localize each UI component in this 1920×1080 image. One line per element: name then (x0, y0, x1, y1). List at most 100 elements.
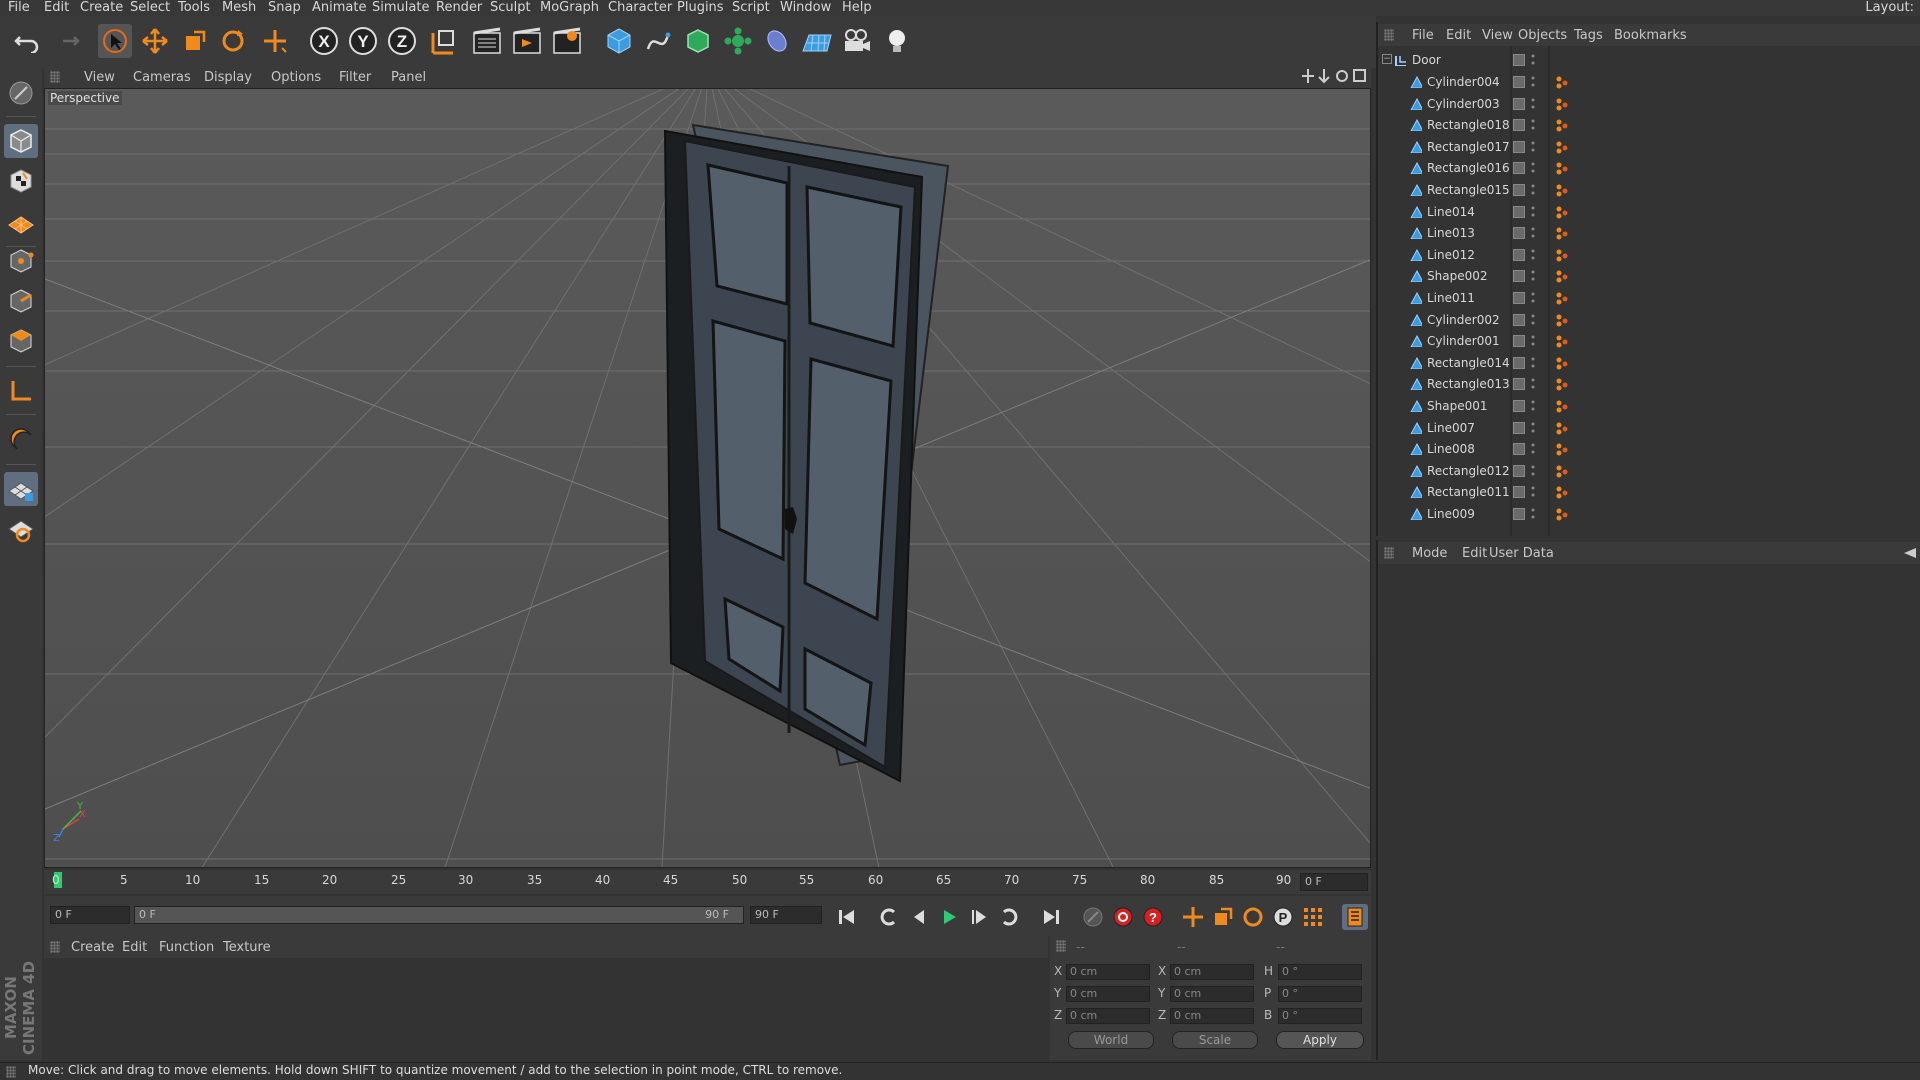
back-arrow-icon[interactable] (1902, 547, 1916, 559)
object-name[interactable]: Line013 (1427, 226, 1475, 240)
visibility-toggle-icon[interactable] (1513, 335, 1525, 348)
editor-render-dots-icon[interactable] (1531, 52, 1535, 68)
material-tag-icon[interactable] (1555, 75, 1569, 89)
object-name[interactable]: Line007 (1427, 421, 1475, 435)
model-mode-icon[interactable] (4, 124, 38, 158)
editor-render-dots-icon[interactable] (1531, 398, 1535, 414)
viewport-menu-panel[interactable]: Panel (391, 70, 426, 85)
object-name[interactable]: Rectangle018 (1427, 118, 1510, 132)
viewport-menu-filter[interactable]: Filter (339, 70, 371, 85)
menu-file[interactable]: File (8, 0, 30, 15)
visibility-toggle-icon[interactable] (1513, 184, 1525, 196)
start-frame-field[interactable]: 0 F (50, 906, 130, 924)
viewport-menu-options[interactable]: Options (271, 70, 321, 85)
material-tag-icon[interactable] (1555, 356, 1569, 370)
size-y-field[interactable]: 0 cm (1170, 986, 1254, 1002)
object-row[interactable]: Shape001 (1380, 396, 1920, 417)
object-name[interactable]: Line011 (1427, 291, 1475, 305)
visibility-toggle-icon[interactable] (1513, 421, 1525, 434)
object-name[interactable]: Line009 (1427, 507, 1475, 521)
tweak-mode-icon[interactable] (4, 512, 38, 546)
key-position-icon[interactable] (1180, 904, 1206, 930)
editor-render-dots-icon[interactable] (1531, 182, 1535, 198)
material-menu-create[interactable]: Create (71, 940, 114, 955)
object-row[interactable]: Line009 (1380, 504, 1920, 525)
menu-select[interactable]: Select (130, 0, 170, 15)
object-row[interactable]: Rectangle018 (1380, 115, 1920, 136)
material-tag-icon[interactable] (1555, 291, 1569, 305)
object-name[interactable]: Line008 (1427, 442, 1475, 456)
current-frame-field[interactable]: 0 F (1300, 873, 1368, 891)
key-rotation-icon[interactable] (1240, 904, 1266, 930)
object-name[interactable]: Rectangle013 (1427, 377, 1510, 391)
world-dropdown[interactable]: World (1068, 1031, 1154, 1049)
object-menu-view[interactable]: View (1482, 28, 1513, 43)
key-scale-icon[interactable] (1210, 904, 1236, 930)
visibility-toggle-icon[interactable] (1513, 443, 1525, 456)
object-row[interactable]: Rectangle013 (1380, 374, 1920, 395)
object-name[interactable]: Cylinder003 (1427, 97, 1500, 111)
material-menu-function[interactable]: Function (159, 940, 214, 955)
x-axis-icon[interactable]: X (307, 24, 341, 58)
editor-render-dots-icon[interactable] (1531, 117, 1535, 133)
previous-key-icon[interactable] (876, 904, 902, 930)
editor-render-dots-icon[interactable] (1531, 312, 1535, 328)
go-to-start-icon[interactable] (834, 904, 860, 930)
timeline-ruler[interactable]: 0 5 10 15 20 25 30 35 40 45 50 55 60 65 … (44, 870, 1371, 894)
material-tag-icon[interactable] (1555, 183, 1569, 197)
rotation-p-field[interactable]: 0 ° (1278, 986, 1362, 1002)
visibility-toggle-icon[interactable] (1513, 292, 1525, 304)
object-name[interactable]: Shape002 (1427, 269, 1487, 283)
viewport-menu-cameras[interactable]: Cameras (133, 70, 191, 85)
object-row[interactable]: Rectangle016 (1380, 158, 1920, 179)
timeline-window-icon[interactable] (1342, 904, 1368, 930)
layout-label[interactable]: Layout: (1865, 0, 1914, 15)
visibility-toggle-icon[interactable] (1513, 140, 1525, 153)
viewport-camera-label[interactable]: Perspective (48, 91, 122, 105)
position-y-field[interactable]: 0 cm (1066, 986, 1150, 1002)
editor-render-dots-icon[interactable] (1531, 204, 1535, 220)
object-row[interactable]: Cylinder002 (1380, 310, 1920, 331)
render-view-icon[interactable] (470, 24, 504, 58)
visibility-toggle-icon[interactable] (1513, 508, 1525, 520)
next-frame-icon[interactable] (966, 904, 992, 930)
menu-simulate[interactable]: Simulate (372, 0, 429, 15)
visibility-toggle-icon[interactable] (1513, 227, 1525, 240)
object-name[interactable]: Rectangle016 (1427, 161, 1510, 175)
object-name[interactable]: Cylinder004 (1427, 75, 1500, 89)
editor-render-dots-icon[interactable] (1531, 160, 1535, 176)
material-tag-icon[interactable] (1555, 161, 1569, 175)
material-tag-icon[interactable] (1555, 421, 1569, 435)
menu-sculpt[interactable]: Sculpt (490, 0, 531, 15)
object-name[interactable]: Rectangle015 (1427, 183, 1510, 197)
collapse-icon[interactable]: − (1382, 54, 1392, 64)
material-tag-icon[interactable] (1555, 507, 1569, 521)
viewport-menu-view[interactable]: View (84, 70, 115, 85)
visibility-toggle-icon[interactable] (1513, 205, 1525, 218)
object-name[interactable]: Rectangle017 (1427, 140, 1510, 154)
object-row[interactable]: Cylinder003 (1380, 94, 1920, 115)
object-row[interactable]: Shape002 (1380, 266, 1920, 287)
visibility-toggle-icon[interactable] (1513, 378, 1525, 391)
enable-axis-icon[interactable] (4, 472, 38, 506)
scale-icon[interactable] (178, 24, 212, 58)
menu-render[interactable]: Render (436, 0, 482, 15)
object-row[interactable]: Rectangle017 (1380, 137, 1920, 158)
floor-icon[interactable] (800, 24, 834, 58)
viewport-nav-icons[interactable] (1302, 68, 1368, 88)
camera-icon[interactable] (840, 24, 874, 58)
material-tag-icon[interactable] (1555, 377, 1569, 391)
attribute-menu-mode[interactable]: Mode (1412, 546, 1447, 561)
visibility-toggle-icon[interactable] (1513, 356, 1525, 369)
editor-render-dots-icon[interactable] (1531, 441, 1535, 457)
menu-tools[interactable]: Tools (178, 0, 210, 15)
editor-render-dots-icon[interactable] (1531, 463, 1535, 479)
editor-render-dots-icon[interactable] (1531, 333, 1535, 349)
object-row[interactable]: Rectangle012 (1380, 461, 1920, 482)
array-icon[interactable] (721, 24, 755, 58)
cube-icon[interactable] (602, 24, 636, 58)
viewport-menu-display[interactable]: Display (204, 70, 252, 85)
attribute-menu-user-data[interactable]: User Data (1489, 546, 1554, 561)
next-key-icon[interactable] (996, 904, 1022, 930)
editor-render-dots-icon[interactable] (1531, 247, 1535, 263)
